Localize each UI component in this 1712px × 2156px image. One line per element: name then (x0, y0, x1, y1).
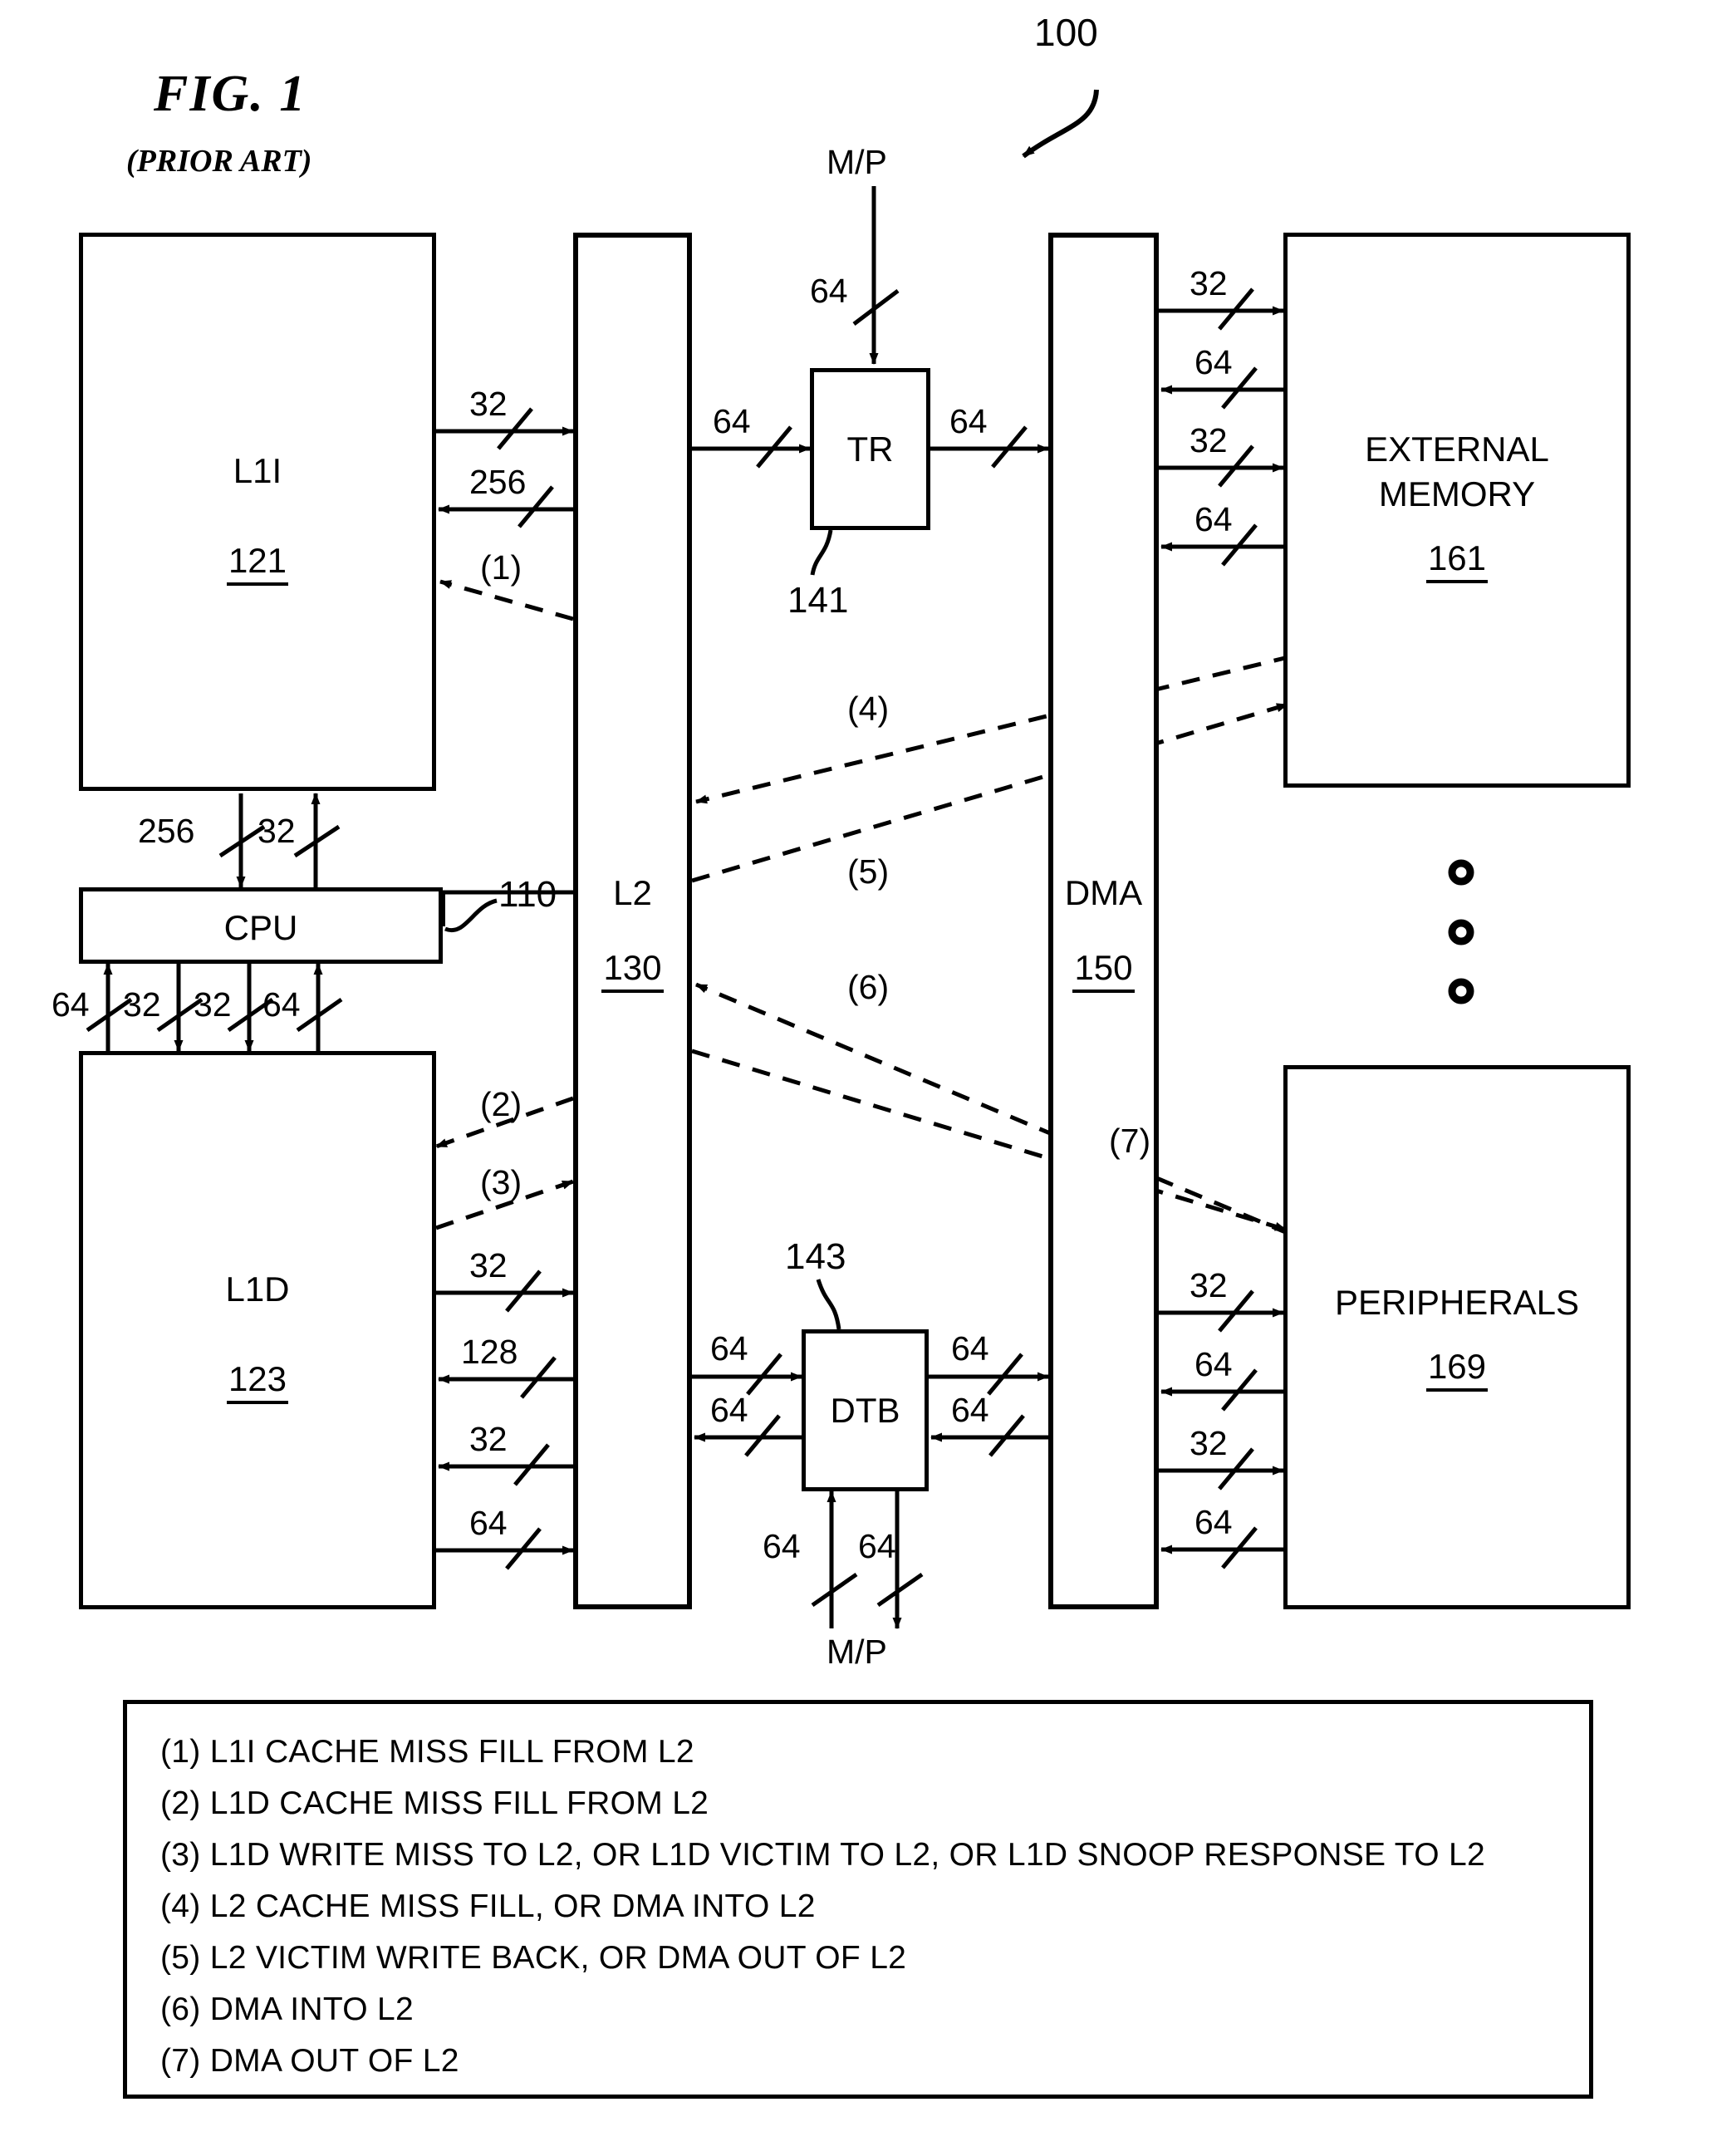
flow-marker-2: (2) (480, 1085, 522, 1123)
system-ref-number: 100 (1034, 11, 1098, 54)
block-cpu-ref: 110 (498, 874, 557, 915)
bus-label-cpu-right-32: 32 (194, 985, 232, 1024)
mp-bottom-label: M/P (827, 1633, 887, 1671)
bus-label-l1i-to-l2: 32 (469, 385, 508, 423)
bus-label-extmem-to-dma-64b: 64 (1194, 500, 1233, 538)
bus-label-extmem-to-dma-64a: 64 (1194, 343, 1233, 381)
bus-label-l2-to-l1d-32: 32 (469, 1420, 508, 1458)
bus-label-dma-to-extmem-32a: 32 (1190, 264, 1228, 302)
block-dtb[interactable]: DTB (802, 1329, 929, 1491)
block-peripherals-ref: 169 (1288, 1347, 1626, 1392)
block-l1i-label: L1I (233, 451, 282, 490)
bus-label-cpu-to-l2: 32 (258, 812, 296, 850)
bus-label-l2-to-cpu: 256 (138, 812, 195, 850)
bus-label-dtb-to-l2: 64 (710, 1391, 748, 1429)
block-cpu-label: CPU (223, 908, 298, 947)
block-l2-label: L2 (613, 873, 652, 912)
flow-marker-7: (7) (1109, 1122, 1151, 1160)
bus-label-l2-to-dtb: 64 (710, 1329, 748, 1368)
legend-item-5: (5) L2 VICTIM WRITE BACK, OR DMA OUT OF … (160, 1940, 907, 1976)
legend-item-3: (3) L1D WRITE MISS TO L2, OR L1D VICTIM … (160, 1837, 1485, 1873)
bus-label-l2-to-l1i: 256 (469, 463, 527, 501)
block-external-memory[interactable]: EXTERNAL MEMORY 161 (1283, 233, 1631, 788)
flow-marker-4: (4) (847, 690, 890, 728)
ellipsis-dot (1448, 978, 1474, 1004)
ellipsis-dot (1448, 859, 1474, 886)
block-l1d[interactable]: L1D 123 (79, 1051, 436, 1609)
legend-item-2: (2) L1D CACHE MISS FILL FROM L2 (160, 1785, 709, 1821)
block-cpu[interactable]: CPU (79, 887, 443, 964)
flow-marker-3: (3) (480, 1163, 522, 1201)
block-tr[interactable]: TR (810, 368, 930, 530)
bus-label-mp-to-dtb: 64 (763, 1527, 801, 1565)
legend-item-4: (4) L2 CACHE MISS FILL, OR DMA INTO L2 (160, 1888, 816, 1924)
figure-subtitle: (PRIOR ART) (126, 144, 312, 179)
bus-label-dma-to-periph-32a: 32 (1190, 1266, 1228, 1304)
block-peripherals-label: PERIPHERALS (1334, 1283, 1580, 1322)
block-tr-ref: 141 (787, 580, 849, 621)
legend-box: (1) L1I CACHE MISS FILL FROM L2 (2) L1D … (123, 1700, 1593, 2099)
block-dtb-ref: 143 (785, 1236, 846, 1277)
block-l1d-label: L1D (225, 1270, 290, 1309)
block-l1i-ref: 121 (83, 541, 432, 586)
block-external-memory-label-line2: MEMORY (1378, 474, 1536, 513)
mp-top-label: M/P (827, 143, 887, 181)
bus-label-dtb-to-dma: 64 (951, 1329, 989, 1368)
bus-label-l1d-to-l2-a: 32 (469, 1246, 508, 1284)
figure-title: FIG. 1 (154, 66, 307, 122)
block-l2-ref: 130 (578, 948, 687, 993)
flow-marker-1: (1) (480, 548, 522, 587)
bus-label-cpu-left-32: 32 (123, 985, 161, 1024)
bus-label-tr-to-dma: 64 (949, 402, 988, 440)
bus-label-l2-to-l1d-128: 128 (461, 1333, 518, 1371)
bus-label-l1d-to-l2-b: 64 (469, 1504, 508, 1542)
block-external-memory-ref: 161 (1288, 538, 1626, 583)
flow-marker-6: (6) (847, 968, 890, 1006)
bus-label-dtb-to-mp: 64 (858, 1527, 896, 1565)
bus-label-cpu-left-64: 64 (52, 985, 90, 1024)
block-l1d-ref: 123 (83, 1359, 432, 1404)
flow-marker-5: (5) (847, 852, 890, 891)
bus-label-cpu-right-64: 64 (262, 985, 301, 1024)
bus-label-periph-to-dma-64b: 64 (1194, 1503, 1233, 1541)
block-peripherals[interactable]: PERIPHERALS 169 (1283, 1065, 1631, 1609)
bus-label-dma-to-extmem-32b: 32 (1190, 421, 1228, 459)
block-dma-label: DMA (1064, 873, 1143, 912)
legend-item-7: (7) DMA OUT OF L2 (160, 2043, 459, 2079)
ellipsis-dot (1448, 919, 1474, 945)
block-l2[interactable]: L2 130 (573, 233, 692, 1609)
block-dtb-label: DTB (830, 1390, 900, 1430)
block-l1i[interactable]: L1I 121 (79, 233, 436, 791)
bus-label-periph-to-dma-64a: 64 (1194, 1345, 1233, 1383)
bus-label-l2-to-tr: 64 (713, 402, 751, 440)
bus-label-dma-to-dtb: 64 (951, 1391, 989, 1429)
legend-item-1: (1) L1I CACHE MISS FILL FROM L2 (160, 1734, 694, 1770)
block-tr-label: TR (846, 429, 894, 469)
bus-label-mp-to-tr: 64 (810, 272, 848, 310)
block-dma[interactable]: DMA 150 (1048, 233, 1159, 1609)
block-external-memory-label-line1: EXTERNAL (1365, 430, 1549, 469)
bus-label-dma-to-periph-32b: 32 (1190, 1424, 1228, 1462)
block-dma-ref: 150 (1053, 948, 1154, 993)
legend-item-6: (6) DMA INTO L2 (160, 1991, 415, 2027)
